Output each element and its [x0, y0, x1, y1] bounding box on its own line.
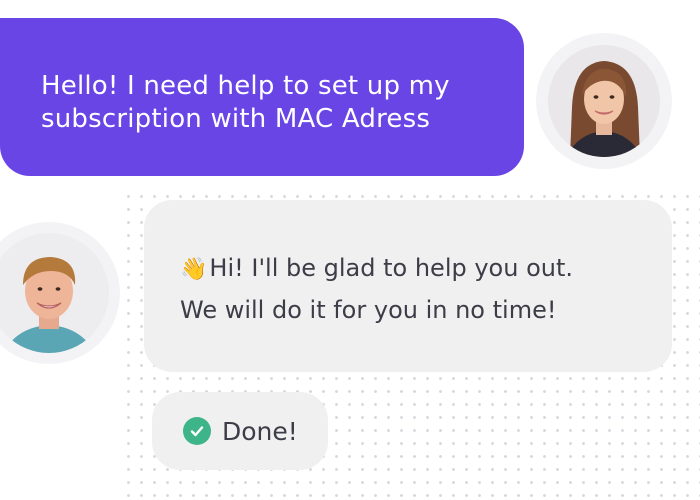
- user-message-line-2: subscription with MAC Adress: [41, 104, 431, 134]
- waving-hand-icon: 👋: [180, 257, 208, 282]
- agent-avatar: [0, 222, 120, 364]
- checkmark-icon: [190, 426, 204, 437]
- user-message-line-1: Hello! I need help to set up my: [41, 71, 450, 101]
- done-label: Done!: [222, 416, 298, 446]
- user-message-bubble: Hello! I need help to set up my subscrip…: [0, 18, 524, 176]
- woman-avatar-icon: [548, 45, 660, 157]
- user-avatar: [536, 33, 672, 169]
- done-status-badge: Done!: [152, 392, 328, 470]
- agent-message-line-1: 👋Hi! I'll be glad to help you out.: [180, 248, 672, 290]
- agent-message-bubble: 👋Hi! I'll be glad to help you out. We wi…: [144, 200, 672, 372]
- man-avatar-icon: [0, 233, 109, 353]
- check-circle-icon: [183, 417, 211, 445]
- agent-message-line-1-text: Hi! I'll be glad to help you out.: [209, 254, 574, 282]
- agent-message-line-2: We will do it for you in no time!: [180, 296, 557, 324]
